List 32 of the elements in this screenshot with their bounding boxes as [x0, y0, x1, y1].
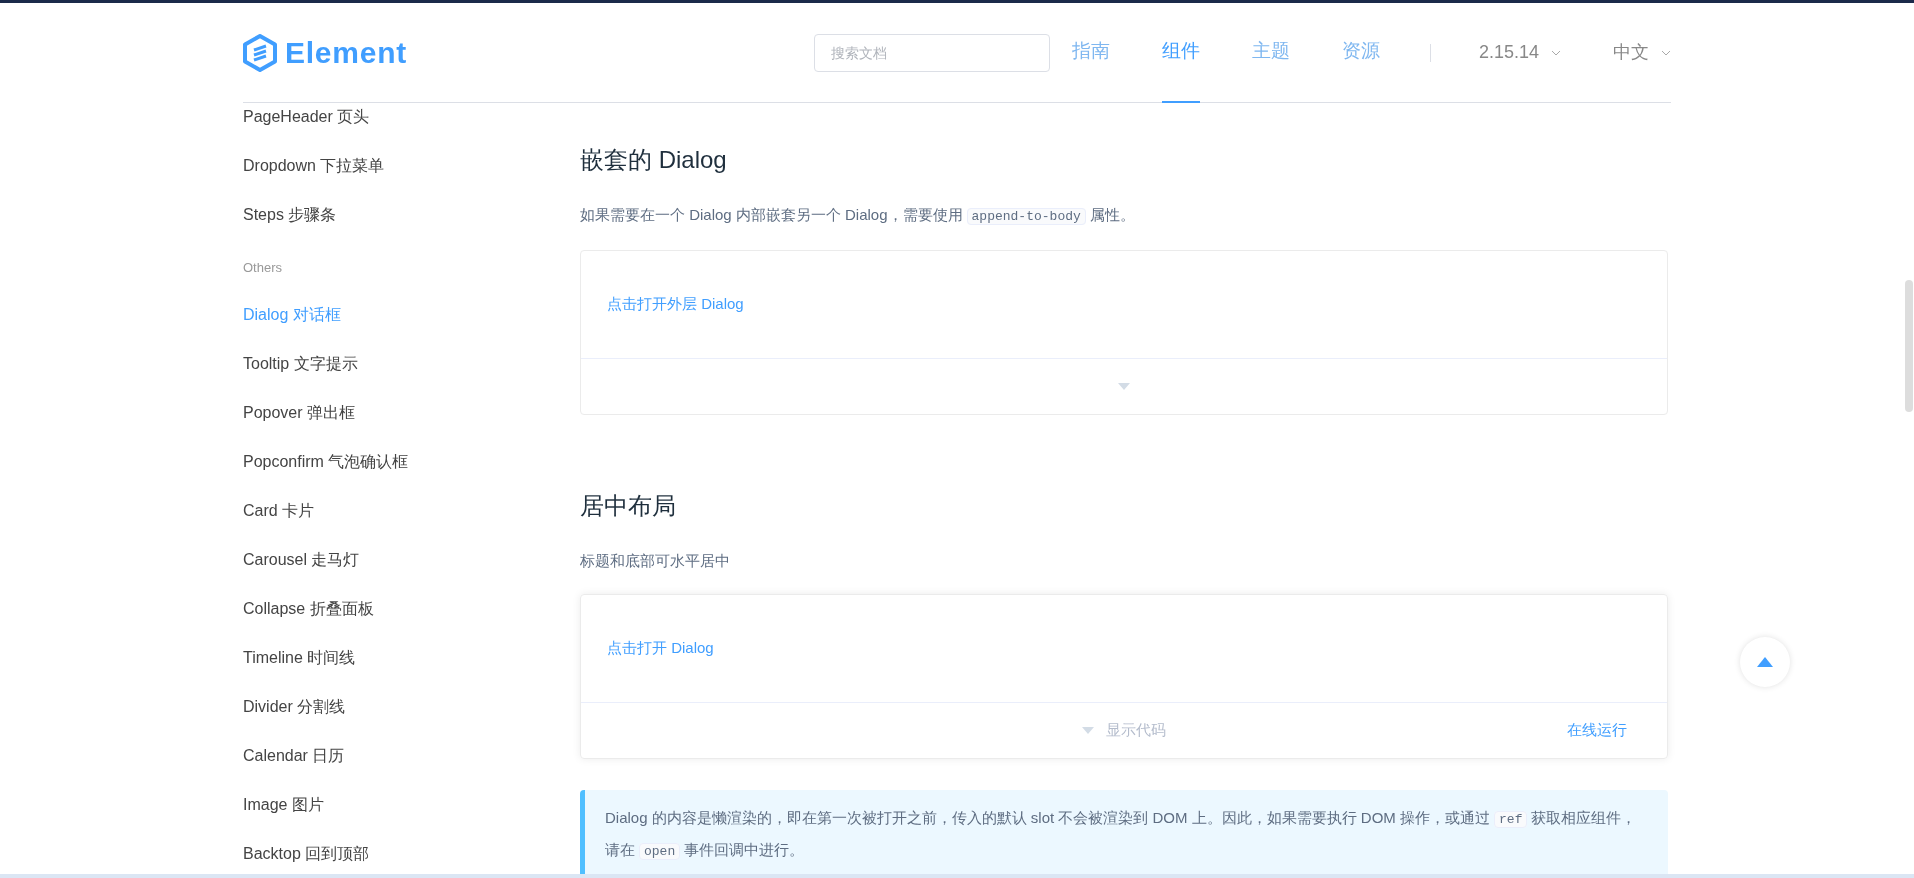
chevron-down-icon [1551, 49, 1561, 56]
sidebar-item[interactable]: Dropdown 下拉菜单 [243, 153, 385, 178]
logo-icon [243, 33, 277, 72]
sidebar-item[interactable]: Carousel 走马灯 [243, 547, 360, 572]
section-heading: 嵌套的 Dialog [580, 145, 728, 175]
sidebar-item[interactable]: Popover 弹出框 [243, 400, 356, 425]
sidebar-item[interactable]: Card 卡片 [243, 498, 315, 523]
caret-up-icon [1757, 657, 1773, 667]
logo-text: Element [285, 35, 407, 71]
version-dropdown[interactable]: 2.15.14 [1478, 39, 1561, 66]
back-to-top-button[interactable] [1740, 637, 1790, 687]
show-code-label: 显示代码 [1106, 720, 1166, 741]
sidebar-item[interactable]: Divider 分割线 [243, 694, 346, 719]
chevron-down-icon [1661, 49, 1671, 56]
sidebar-item[interactable]: Tooltip 文字提示 [243, 351, 358, 376]
language-dropdown[interactable]: 中文 [1613, 39, 1671, 66]
sidebar-group-label: Others [243, 259, 283, 277]
sidebar-item[interactable]: Popconfirm 气泡确认框 [243, 449, 409, 474]
sidebar-item[interactable]: Timeline 时间线 [243, 645, 356, 670]
tip-text: Dialog 的内容是懒渲染的，即在第一次被打开之前，传入的默认 slot 不会被渲染到 DOM 上。因此，如果需要执行 DOM 操作，或通过 ref 获取相应组件，请在 open 事件回调中进行。 [605, 808, 1638, 862]
sidebar-item[interactable]: PageHeader 页头 [243, 104, 370, 129]
caret-icon [1118, 382, 1130, 391]
sidebar-item[interactable]: Collapse 折叠面板 [243, 596, 374, 621]
sidebar-item[interactable]: Backtop 回到顶部 [243, 841, 370, 866]
sidebar-item[interactable]: Image 图片 [243, 792, 324, 817]
section-heading: 居中布局 [580, 491, 677, 521]
section-description: 标题和底部可水平居中 [580, 551, 731, 571]
section-description: 如果需要在一个 Dialog 内部嵌套另一个 Dialog，需要使用 append-to-body 属性。 [580, 205, 1136, 227]
caret-icon [1082, 726, 1094, 735]
sidebar-item[interactable]: Steps 步骤条 [243, 202, 337, 227]
sidebar-item[interactable]: Calendar 日历 [243, 743, 345, 768]
search-field[interactable]: 搜索文档 [813, 33, 1050, 72]
